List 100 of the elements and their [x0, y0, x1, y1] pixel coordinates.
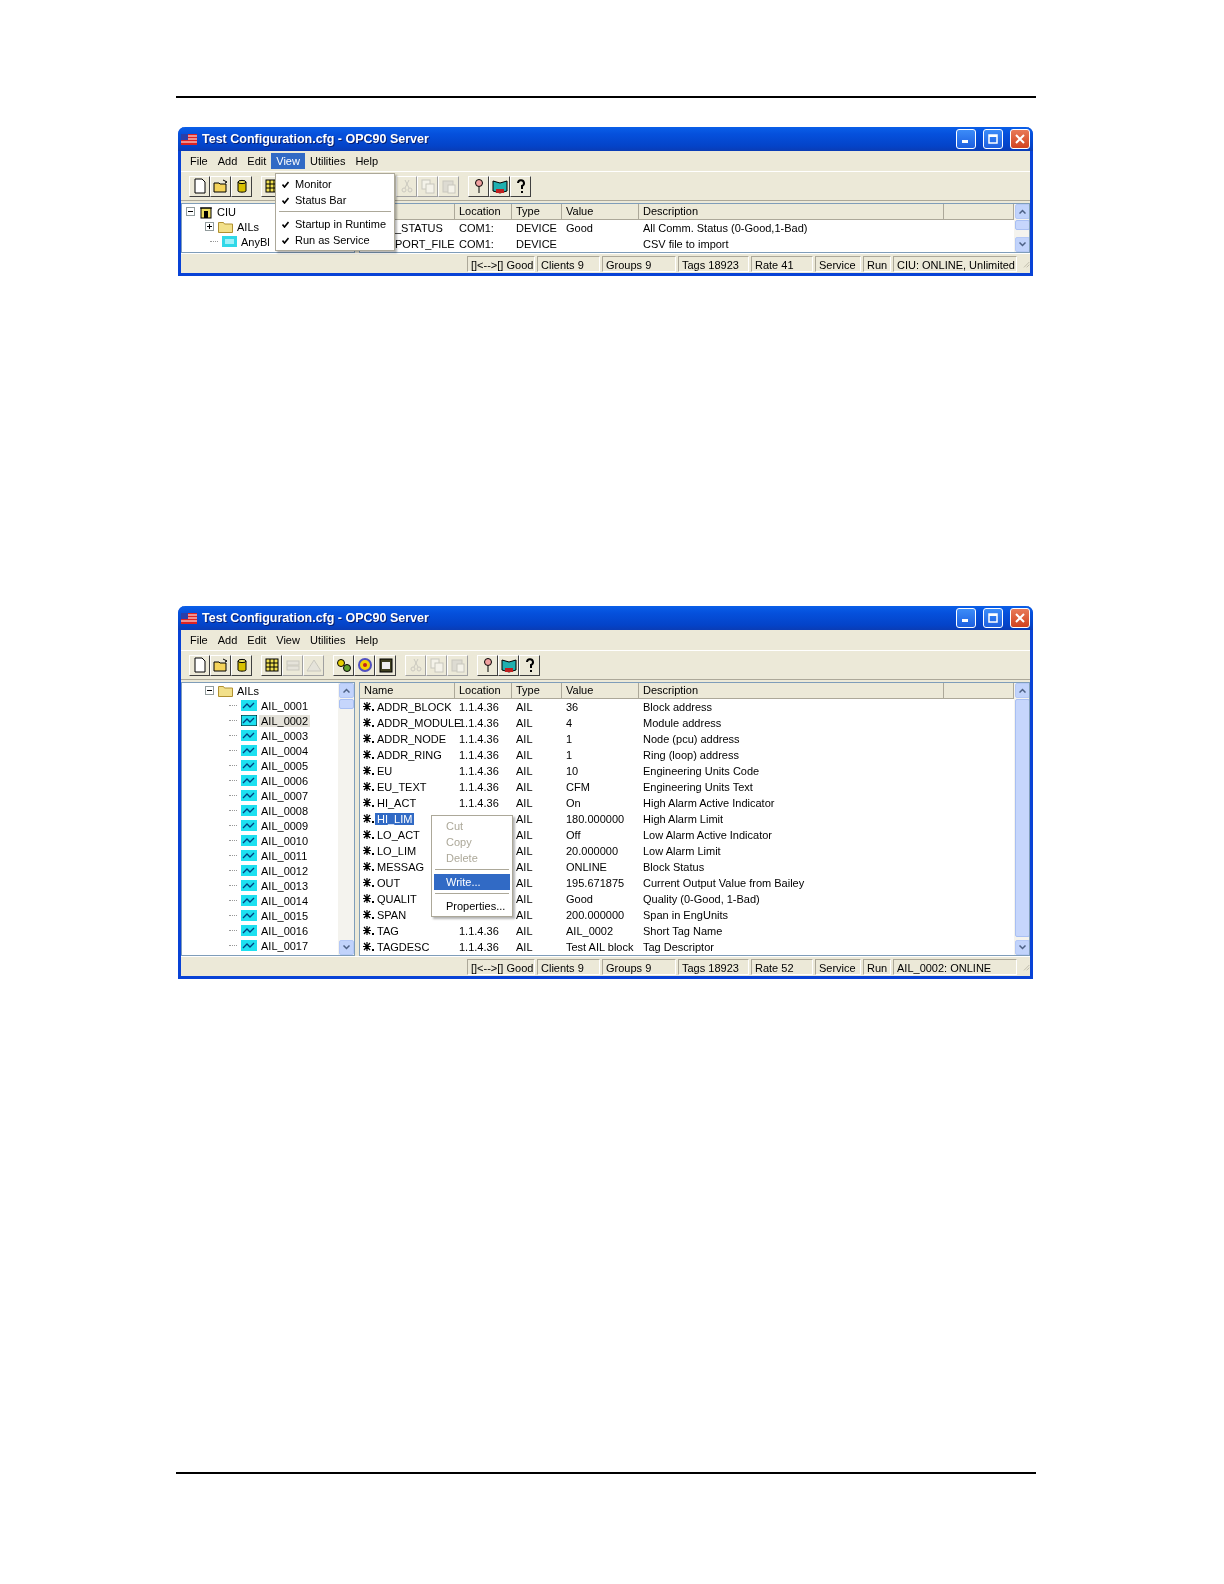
menu-option[interactable]: Properties...	[434, 898, 510, 914]
table-cell[interactable]: OUT	[375, 877, 403, 889]
table-cell-text: 20.000000	[565, 845, 619, 857]
menu-item[interactable]: Help	[350, 153, 383, 169]
tree-item[interactable]: AIL_0003	[259, 729, 311, 742]
table-cell[interactable]: QUALIT	[375, 893, 419, 905]
menu-option[interactable]: Write...	[434, 874, 510, 890]
column-header[interactable]: Location	[455, 683, 512, 698]
table-cell[interactable]: TAG	[375, 925, 401, 937]
table-cell-text: 200.000000	[565, 909, 626, 921]
tree-item[interactable]: AIL_0006	[259, 774, 311, 787]
tree-item[interactable]: AIL_0001	[259, 699, 311, 712]
table-cell[interactable]: SPAN	[375, 909, 409, 921]
menu-item[interactable]: Edit	[242, 632, 272, 648]
table-cell-text: Low Alarm Active Indicator	[642, 829, 773, 841]
table-cell-text: AIL	[515, 829, 534, 841]
column-header[interactable]: Description	[639, 204, 944, 219]
table-cell-text: 1.1.4.36	[458, 797, 500, 809]
menu-option[interactable]: Startup in Runtime	[295, 218, 387, 230]
column-header[interactable]: Type	[512, 204, 562, 219]
menu-option[interactable]: Status Bar	[295, 194, 347, 206]
menu-item[interactable]: File	[185, 153, 213, 169]
tree-item[interactable]: AIL_0009	[259, 819, 311, 832]
menu-item[interactable]: Add	[212, 632, 243, 648]
table-cell-text: 1.1.4.36	[458, 941, 500, 953]
column-header[interactable]: Value	[562, 204, 639, 219]
table-cell[interactable]: PORT_FILE	[393, 238, 457, 250]
tree-item[interactable]: AIL_0010	[259, 834, 311, 847]
tree-item[interactable]: AIL_0017	[259, 939, 311, 952]
column-header[interactable]: Description	[639, 683, 944, 698]
table-cell-text: Short Tag Name	[642, 925, 724, 937]
status-pane: Groups 9	[602, 958, 676, 975]
table-cell-text: Span in EngUnits	[642, 909, 729, 921]
menu-item[interactable]: Add	[212, 153, 243, 169]
table-cell[interactable]: ADDR_BLOCK	[375, 701, 454, 713]
menu-option[interactable]: Run as Service	[295, 234, 370, 246]
table-cell-text: 1.1.4.36	[458, 925, 500, 937]
menu-item[interactable]: File	[185, 632, 213, 648]
tree-item[interactable]: AnyBl	[239, 235, 272, 248]
status-pane: []<-->[] Good	[467, 958, 535, 975]
status-pane: Rate 41	[751, 255, 813, 272]
table-cell[interactable]: TAGDESC	[375, 941, 432, 953]
table-cell-text: Current Output Value from Bailey	[642, 877, 806, 889]
table-cell-text: AIL	[515, 909, 534, 921]
table-cell-text: AIL	[515, 941, 534, 953]
menu-option[interactable]: Monitor	[295, 178, 332, 190]
status-pane: Clients 9	[537, 255, 600, 272]
tree-item[interactable]: AIL_0012	[259, 864, 311, 877]
table-cell-text: AIL	[515, 765, 534, 777]
column-header[interactable]: Location	[455, 204, 512, 219]
menu-item[interactable]: Help	[350, 632, 383, 648]
table-cell-text: All Comm. Status (0-Good,1-Bad)	[642, 222, 809, 234]
table-cell[interactable]: ADDR_NODE	[375, 733, 449, 745]
table-cell[interactable]: EU	[375, 765, 395, 777]
table-cell[interactable]: LO_ACT	[375, 829, 422, 841]
tree-item[interactable]: CIU	[215, 205, 238, 218]
tree-item[interactable]: AILs	[235, 684, 261, 697]
table-cell-text: AIL_0002	[565, 925, 615, 937]
status-pane: Service	[815, 255, 861, 272]
tree-item[interactable]: AIL_0002	[259, 714, 311, 727]
tree-item[interactable]: AIL_0011	[259, 849, 310, 862]
menu-item[interactable]: View	[271, 153, 305, 169]
table-cell-text: 10	[565, 765, 580, 777]
table-cell[interactable]: LO_LIM	[375, 845, 419, 857]
tree-item[interactable]: AIL_0013	[259, 879, 311, 892]
table-cell-text: 1.1.4.36	[458, 765, 500, 777]
column-header[interactable]: Name	[360, 683, 455, 698]
tree-item[interactable]: AIL_0004	[259, 744, 311, 757]
tree-item[interactable]: AIL_0014	[259, 894, 311, 907]
table-cell[interactable]: _STATUS	[393, 222, 445, 234]
table-cell-text: AIL	[515, 733, 534, 745]
tree-item[interactable]: AIL_0007	[259, 789, 311, 802]
tree-item[interactable]: AILs	[235, 220, 261, 233]
menu-item[interactable]: View	[271, 632, 305, 648]
menu-item[interactable]: Utilities	[304, 632, 351, 648]
table-cell[interactable]: MESSAG	[375, 861, 427, 873]
tree-item[interactable]: AIL_0016	[259, 924, 311, 937]
column-header[interactable]: Value	[562, 683, 639, 698]
table-cell-text: Ring (loop) address	[642, 749, 740, 761]
table-cell-text: Engineering Units Text	[642, 781, 754, 793]
table-cell[interactable]: ADDR_RING	[375, 749, 444, 761]
table-cell-text: 195.671875	[565, 877, 626, 889]
table-cell-text: AIL	[515, 861, 534, 873]
table-cell-text: 1.1.4.36	[458, 749, 500, 761]
table-cell-text: CFM	[565, 781, 591, 793]
table-cell-text: Engineering Units Code	[642, 765, 761, 777]
column-header[interactable]: Type	[512, 683, 562, 698]
table-cell[interactable]: EU_TEXT	[375, 781, 429, 793]
table-cell-text: Good	[565, 893, 594, 905]
menu-item[interactable]: Edit	[242, 153, 272, 169]
table-cell[interactable]: HI_LIM	[375, 813, 415, 825]
tree-item[interactable]: AIL_0008	[259, 804, 311, 817]
tree-item[interactable]: AIL_0015	[259, 909, 311, 922]
status-pane: Rate 52	[751, 958, 813, 975]
menu-item[interactable]: Utilities	[304, 153, 351, 169]
table-cell-text: Tag Descriptor	[642, 941, 715, 953]
table-cell[interactable]: HI_ACT	[375, 797, 419, 809]
table-cell-text: Node (pcu) address	[642, 733, 741, 745]
tree-item[interactable]: AIL_0005	[259, 759, 311, 772]
table-cell-text: Good	[565, 222, 594, 234]
